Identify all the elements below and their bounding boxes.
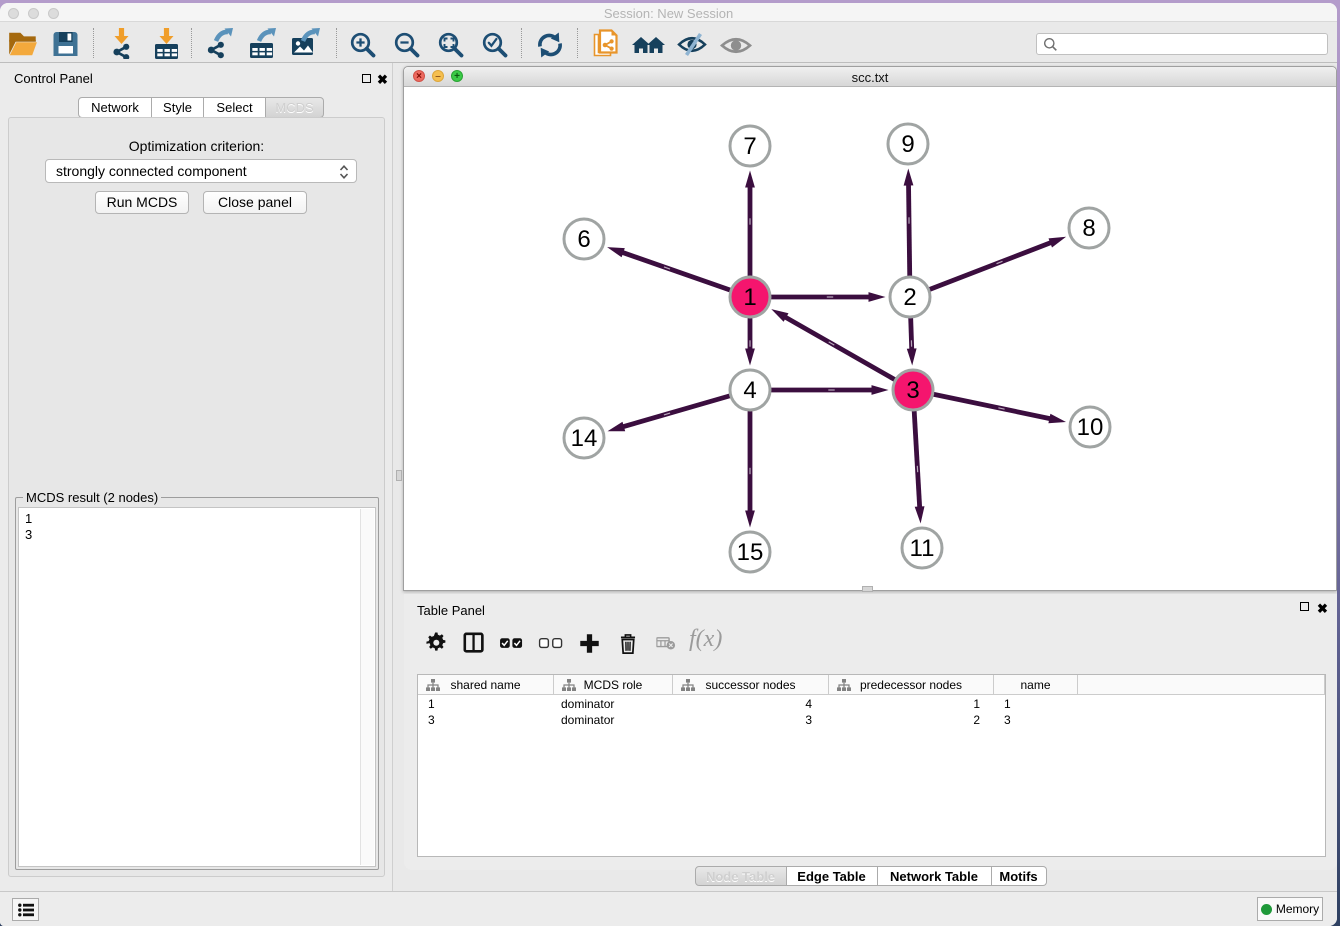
svg-text:2: 2: [903, 284, 916, 311]
svg-text:6: 6: [577, 226, 590, 253]
svg-text:11: 11: [910, 535, 935, 562]
svg-text:14: 14: [571, 425, 598, 452]
svg-text:8: 8: [1082, 215, 1095, 242]
svg-text:7: 7: [743, 133, 756, 160]
svg-text:1: 1: [743, 284, 756, 311]
svg-text:10: 10: [1077, 414, 1104, 441]
svg-text:15: 15: [737, 539, 764, 566]
svg-text:3: 3: [906, 377, 919, 404]
svg-text:4: 4: [743, 377, 756, 404]
svg-text:9: 9: [901, 131, 914, 158]
